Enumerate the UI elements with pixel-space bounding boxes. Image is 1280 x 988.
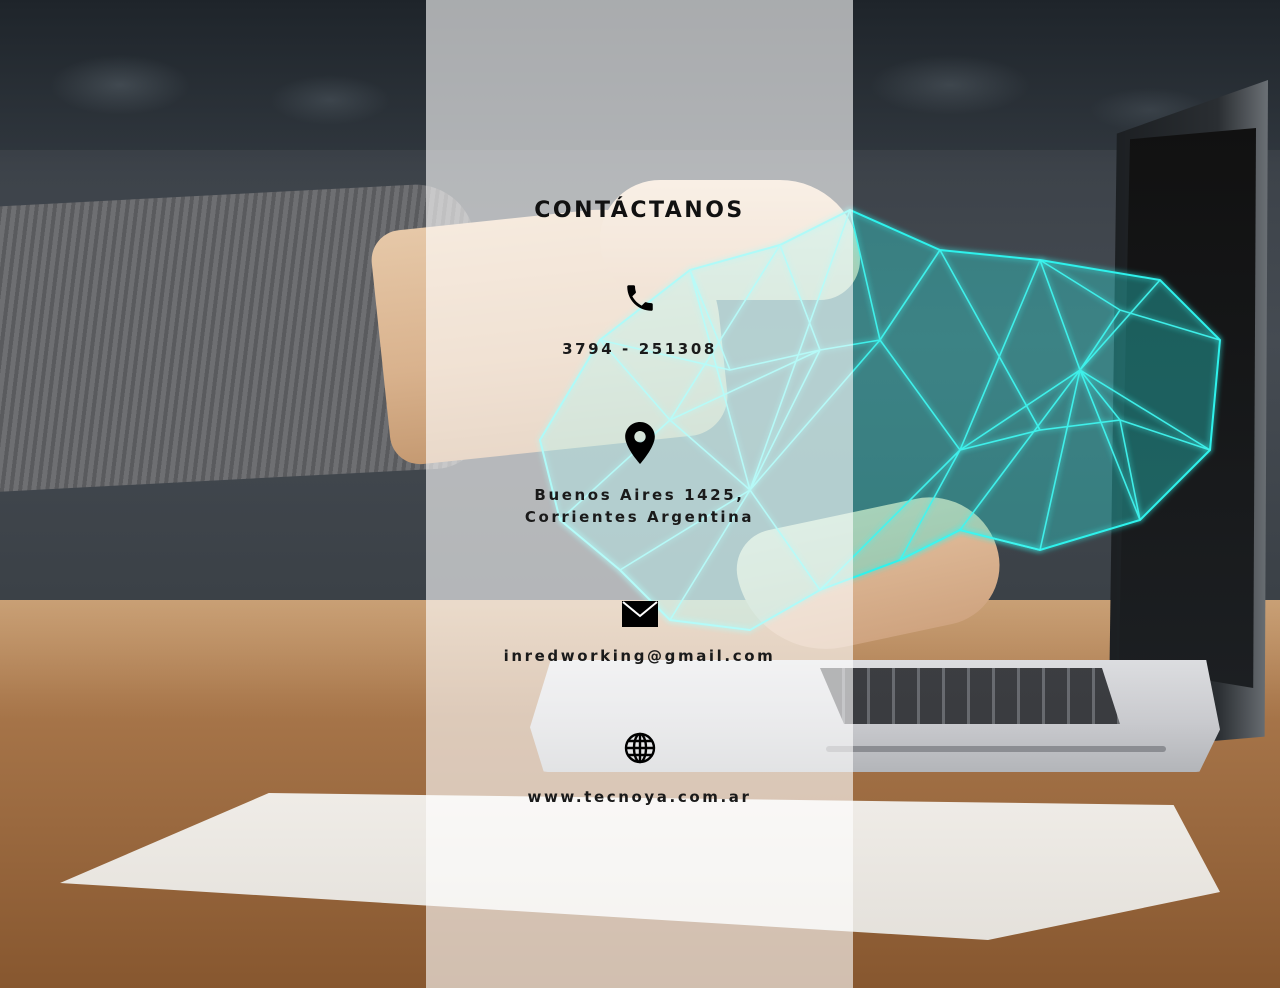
location-pin-icon: [622, 422, 658, 464]
phone-number[interactable]: 3794 - 251308: [426, 338, 853, 360]
contact-content: CONTÁCTANOS 3794 - 251308 Buenos Aires 1…: [426, 0, 853, 988]
envelope-icon: [622, 596, 658, 632]
globe-icon: [622, 730, 658, 766]
website-url[interactable]: www.tecnoya.com.ar: [426, 786, 853, 808]
email-address[interactable]: inredworking@gmail.com: [426, 645, 853, 667]
laptop-hinge: [826, 746, 1166, 752]
address-line-1: Buenos Aires 1425,: [534, 486, 745, 504]
laptop-keyboard: [820, 668, 1120, 724]
phone-icon: [622, 280, 658, 316]
contact-title: CONTÁCTANOS: [534, 198, 745, 223]
address-line-2: Corrientes Argentina: [524, 508, 755, 526]
